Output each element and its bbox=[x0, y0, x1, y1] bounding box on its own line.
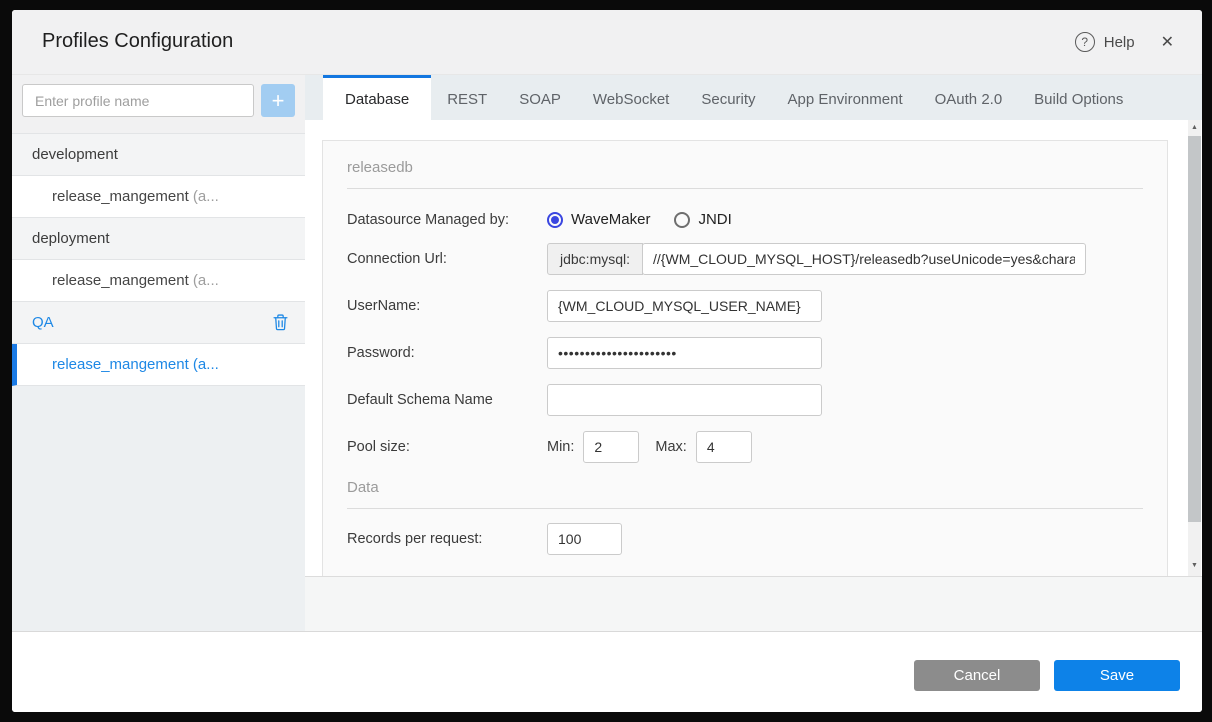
pool-min-label: Min: bbox=[547, 439, 575, 455]
jndi-radio[interactable] bbox=[674, 211, 691, 228]
section-divider bbox=[347, 188, 1143, 189]
tab-soap[interactable]: SOAP bbox=[503, 75, 577, 120]
profiles-configuration-dialog: Profiles Configuration ? Help ✕ + develo… bbox=[12, 10, 1202, 712]
cancel-button[interactable]: Cancel bbox=[914, 660, 1040, 691]
profile-group-label: QA bbox=[32, 314, 54, 331]
main-panel: Database REST SOAP WebSocket Security Ap… bbox=[305, 75, 1202, 631]
tab-rest[interactable]: REST bbox=[431, 75, 503, 120]
tab-content-viewport: releasedb Datasource Managed by: WaveMak… bbox=[305, 120, 1202, 576]
tab-app-environment[interactable]: App Environment bbox=[772, 75, 919, 120]
datasource-radio-group: WaveMaker JNDI bbox=[547, 211, 756, 228]
profile-child-suffix: (a... bbox=[188, 188, 219, 205]
datasource-row: Datasource Managed by: WaveMaker JNDI bbox=[347, 211, 1143, 228]
connection-url-input[interactable] bbox=[642, 243, 1087, 275]
help-question-icon[interactable]: ? bbox=[1074, 32, 1095, 52]
dialog-header: Profiles Configuration ? Help ✕ bbox=[12, 10, 1202, 75]
dialog-body: + development release_mangement (a... de… bbox=[12, 75, 1202, 631]
profile-child-suffix: (a... bbox=[188, 272, 219, 289]
profile-list: development release_mangement (a... depl… bbox=[12, 133, 305, 386]
pool-max-input[interactable] bbox=[695, 431, 752, 463]
jdbc-prefix-addon: jdbc:mysql: bbox=[547, 243, 644, 275]
wavemaker-radio-label[interactable]: WaveMaker bbox=[571, 211, 650, 228]
schema-label: Default Schema Name bbox=[347, 392, 493, 408]
profile-child-label: release_mangement bbox=[52, 188, 189, 205]
records-row: Records per request: bbox=[347, 523, 1143, 555]
profile-child-label: release_mangement bbox=[52, 272, 189, 289]
help-link[interactable]: Help bbox=[1104, 34, 1135, 51]
tab-security[interactable]: Security bbox=[685, 75, 771, 120]
sidebar-item-qa-db-selected[interactable]: release_mangement (a... bbox=[12, 344, 305, 386]
password-label: Password: bbox=[347, 345, 415, 361]
connection-url-row: Connection Url: jdbc:mysql: bbox=[347, 243, 1143, 275]
section-divider bbox=[347, 508, 1143, 509]
tab-bar: Database REST SOAP WebSocket Security Ap… bbox=[305, 75, 1202, 120]
profile-name-input[interactable] bbox=[22, 84, 254, 117]
password-row: Password: bbox=[347, 337, 1143, 369]
schema-row: Default Schema Name bbox=[347, 384, 1143, 416]
vertical-scrollbar[interactable]: ▲ ▼ bbox=[1188, 120, 1201, 576]
sidebar-item-qa[interactable]: QA bbox=[12, 302, 305, 344]
pool-size-label: Pool size: bbox=[347, 439, 410, 455]
schema-input[interactable] bbox=[547, 384, 822, 416]
sidebar-item-development[interactable]: development bbox=[12, 134, 305, 176]
records-input[interactable] bbox=[547, 523, 622, 555]
password-input[interactable] bbox=[547, 337, 822, 369]
tab-websocket[interactable]: WebSocket bbox=[577, 75, 685, 120]
profile-group-label: deployment bbox=[32, 230, 110, 247]
tab-oauth[interactable]: OAuth 2.0 bbox=[919, 75, 1019, 120]
datasource-label: Datasource Managed by: bbox=[347, 211, 510, 228]
pool-min-input[interactable] bbox=[583, 431, 640, 463]
jndi-radio-label[interactable]: JNDI bbox=[698, 211, 731, 228]
wavemaker-radio[interactable] bbox=[547, 211, 563, 228]
sidebar-item-deployment-db[interactable]: release_mangement (a... bbox=[12, 260, 305, 302]
username-input[interactable] bbox=[547, 290, 822, 322]
scrollbar-thumb[interactable] bbox=[1188, 136, 1201, 522]
db-section-title: releasedb bbox=[347, 159, 413, 176]
close-icon[interactable]: ✕ bbox=[1161, 32, 1174, 52]
tab-database[interactable]: Database bbox=[323, 75, 432, 120]
scroll-down-arrow-icon[interactable]: ▼ bbox=[1188, 562, 1201, 569]
sidebar-item-development-db[interactable]: release_mangement (a... bbox=[12, 176, 305, 218]
connection-url-label: Connection Url: bbox=[347, 251, 447, 267]
scroll-up-arrow-icon[interactable]: ▲ bbox=[1188, 124, 1201, 131]
dialog-footer: Cancel Save bbox=[12, 631, 1202, 712]
save-button[interactable]: Save bbox=[1054, 660, 1180, 691]
profile-group-label: development bbox=[32, 146, 118, 163]
header-actions: ? Help ✕ bbox=[1074, 10, 1174, 74]
sidebar-item-deployment[interactable]: deployment bbox=[12, 218, 305, 260]
database-config-card: releasedb Datasource Managed by: WaveMak… bbox=[322, 140, 1168, 576]
tab-build-options[interactable]: Build Options bbox=[1018, 75, 1139, 120]
delete-profile-trash-icon[interactable] bbox=[273, 314, 288, 331]
dialog-title: Profiles Configuration bbox=[42, 30, 234, 52]
profile-child-label: release_mangement bbox=[52, 356, 189, 373]
profile-child-suffix: (a... bbox=[188, 356, 219, 373]
content-bottom-strip bbox=[305, 576, 1202, 631]
pool-max-label: Max: bbox=[655, 439, 687, 455]
profile-create-bar: + bbox=[12, 75, 305, 133]
profiles-sidebar: + development release_mangement (a... de… bbox=[12, 75, 305, 631]
records-label: Records per request: bbox=[347, 531, 483, 547]
data-section-title: Data bbox=[347, 479, 379, 496]
add-profile-button[interactable]: + bbox=[261, 84, 295, 117]
pool-size-row: Pool size: Min: Max: bbox=[347, 431, 1143, 463]
username-row: UserName: bbox=[347, 290, 1143, 322]
username-label: UserName: bbox=[347, 298, 421, 314]
connection-url-group: jdbc:mysql: bbox=[547, 243, 1087, 275]
